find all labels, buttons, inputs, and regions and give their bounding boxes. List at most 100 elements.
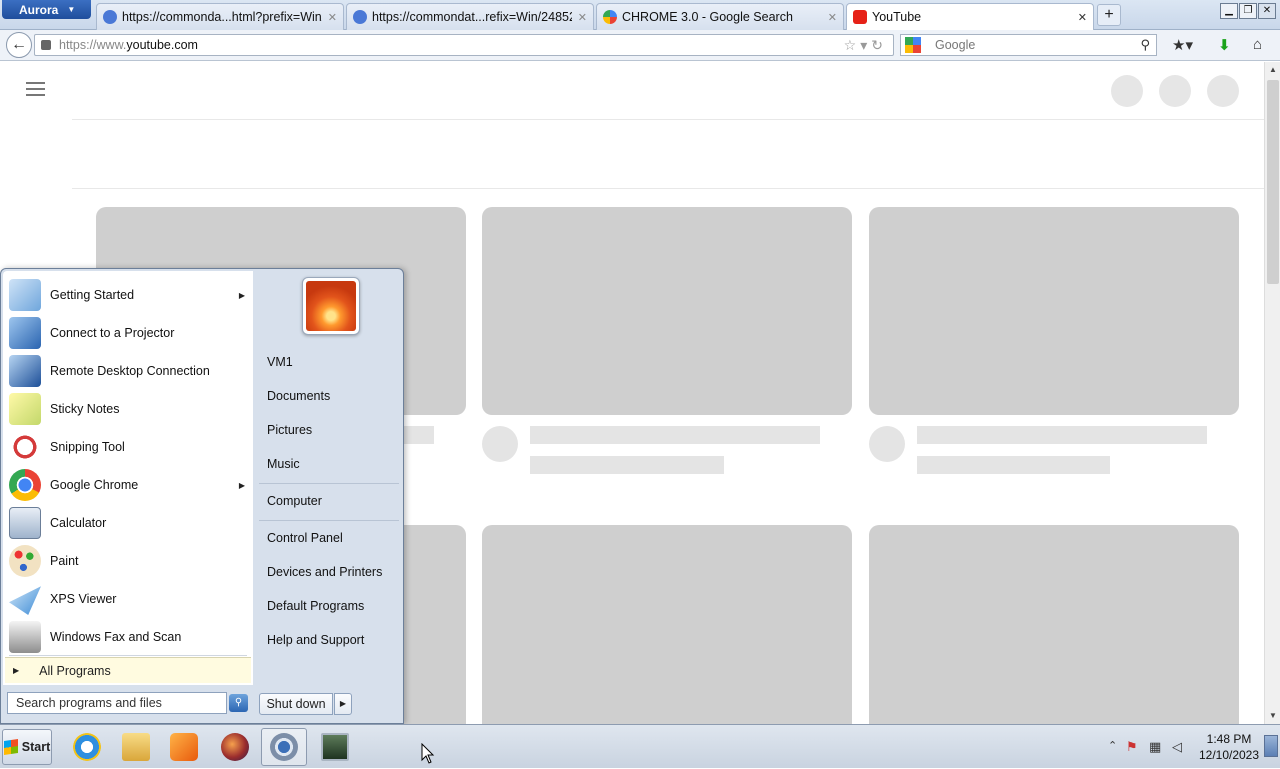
tab-label: CHROME 3.0 - Google Search [622, 10, 793, 24]
program-remote-desktop[interactable]: Remote Desktop Connection [9, 353, 251, 389]
link-music[interactable]: Music [267, 457, 300, 471]
minimize-button[interactable]: ▁ [1220, 3, 1238, 19]
program-snipping-tool[interactable]: Snipping Tool [9, 429, 251, 465]
taskbar-chrome[interactable] [261, 728, 307, 766]
calculator-icon [9, 507, 41, 539]
remote-desktop-icon [9, 355, 41, 387]
link-user-folder[interactable]: VM1 [267, 355, 293, 369]
tab-commondata-2[interactable]: https://commondat...refix=Win/24852/ ✕ [346, 3, 594, 30]
programs-pane: Getting Started ▶ Connect to a Projector… [3, 271, 253, 685]
taskbar-media-player[interactable] [161, 728, 207, 766]
app-menu-button[interactable]: Aurora ▼ [2, 0, 91, 19]
close-icon[interactable]: ✕ [828, 11, 837, 24]
scrollbar-thumb[interactable] [1267, 80, 1279, 284]
close-icon[interactable]: ✕ [328, 11, 337, 24]
close-window-button[interactable]: ✕ [1258, 3, 1276, 19]
scroll-down-icon[interactable]: ▼ [1265, 708, 1280, 724]
all-programs-button[interactable]: ▶ All Programs [5, 657, 251, 683]
program-getting-started[interactable]: Getting Started ▶ [9, 277, 251, 313]
show-hidden-icons-icon[interactable]: ⌃ [1108, 739, 1117, 752]
xps-viewer-icon [9, 586, 41, 615]
globe-icon [353, 10, 367, 24]
clock-time: 1:48 PM [1206, 732, 1252, 746]
link-control-panel[interactable]: Control Panel [267, 531, 343, 545]
vertical-scrollbar[interactable]: ▲ ▼ [1264, 62, 1280, 724]
reload-icon[interactable]: ↻ [871, 37, 887, 53]
link-pictures[interactable]: Pictures [267, 423, 312, 437]
search-icon[interactable]: ⚲ [229, 694, 248, 712]
subtitle-placeholder [530, 456, 724, 474]
program-fax-scan[interactable]: Windows Fax and Scan [9, 619, 251, 655]
url-bar[interactable]: https://www. youtube.com ☆▾↻ [34, 34, 894, 56]
tab-youtube[interactable]: YouTube ✕ [846, 3, 1094, 30]
sticky-notes-icon [9, 393, 41, 425]
action-center-icon[interactable]: ⚑ [1126, 739, 1138, 755]
chrome-icon [270, 733, 298, 761]
shutdown-options-icon[interactable]: ▶ [334, 693, 352, 715]
restore-button[interactable]: ❐ [1239, 3, 1257, 19]
video-thumbnail-placeholder [482, 525, 852, 724]
search-icon[interactable]: ⚲ [1140, 37, 1150, 53]
paint-icon [9, 545, 41, 577]
user-picture[interactable] [302, 277, 360, 335]
start-menu: Getting Started ▶ Connect to a Projector… [0, 268, 404, 724]
title-placeholder [917, 426, 1207, 444]
tab-bar: Aurora ▼ https://commonda...html?prefix=… [0, 0, 1280, 30]
link-devices-printers[interactable]: Devices and Printers [267, 565, 382, 579]
dropdown-icon[interactable]: ▾ [860, 37, 871, 53]
divider [259, 483, 399, 484]
chrome-icon [9, 469, 41, 501]
download-icon[interactable]: ⬇ [1218, 36, 1231, 54]
program-xps-viewer[interactable]: XPS Viewer [9, 581, 251, 617]
taskbar: Start ⌃ ⚑ ▦ ◁ 1:48 PM 12/10/2023 [0, 724, 1280, 768]
back-button[interactable]: ← [6, 32, 32, 58]
bookmark-star-icon[interactable]: ☆ [844, 37, 861, 53]
places-pane: VM1 Documents Pictures Music Computer Co… [255, 269, 403, 725]
program-label: Remote Desktop Connection [50, 364, 210, 378]
link-default-programs[interactable]: Default Programs [267, 599, 364, 613]
submenu-arrow-icon: ▶ [238, 480, 245, 490]
scroll-up-icon[interactable]: ▲ [1265, 62, 1280, 78]
program-label: Calculator [50, 516, 107, 530]
tab-google-search[interactable]: CHROME 3.0 - Google Search ✕ [596, 3, 844, 30]
network-icon[interactable]: ▦ [1149, 739, 1161, 755]
close-icon[interactable]: ✕ [578, 11, 587, 24]
video-thumbnail-placeholder [869, 525, 1239, 724]
url-domain: youtube.com [126, 38, 198, 52]
taskbar-internet-explorer[interactable] [64, 728, 110, 766]
program-label: Paint [50, 554, 79, 568]
clock[interactable]: 1:48 PM 12/10/2023 [1194, 731, 1264, 763]
program-paint[interactable]: Paint [9, 543, 251, 579]
show-desktop-button[interactable] [1264, 735, 1278, 757]
program-sticky-notes[interactable]: Sticky Notes [9, 391, 251, 427]
shutdown-button[interactable]: Shut down [259, 693, 333, 715]
tab-commondata-1[interactable]: https://commonda...html?prefix=Win/ ✕ [96, 3, 344, 30]
bookmarks-menu-icon[interactable]: ★▾ [1172, 36, 1193, 54]
program-google-chrome[interactable]: Google Chrome ▶ [9, 467, 251, 503]
url-prefix: https://www. [59, 38, 127, 52]
start-button[interactable]: Start [2, 729, 52, 765]
video-thumbnail-placeholder [869, 207, 1239, 415]
link-help-support[interactable]: Help and Support [267, 633, 364, 647]
taskbar-firefox-aurora[interactable] [212, 728, 258, 766]
hamburger-menu-icon[interactable] [26, 82, 45, 96]
close-icon[interactable]: ✕ [1078, 11, 1087, 24]
taskbar-file-explorer[interactable] [113, 728, 159, 766]
link-documents[interactable]: Documents [267, 389, 330, 403]
link-computer[interactable]: Computer [267, 494, 322, 508]
search-bar[interactable]: Google ⚲ [900, 34, 1157, 56]
avatar-placeholder [482, 426, 518, 462]
program-calculator[interactable]: Calculator [9, 505, 251, 541]
new-tab-button[interactable]: + [1097, 4, 1121, 26]
home-icon[interactable]: ⌂ [1253, 36, 1262, 53]
google-icon[interactable] [905, 37, 921, 53]
search-programs-input[interactable]: Search programs and files [7, 692, 227, 714]
google-icon [603, 10, 617, 24]
program-label: XPS Viewer [50, 592, 117, 606]
chevron-right-icon: ▶ [13, 666, 20, 675]
taskbar-network-monitor[interactable] [312, 728, 358, 766]
volume-icon[interactable]: ◁ [1172, 739, 1182, 755]
program-label: Snipping Tool [50, 440, 125, 454]
program-connect-projector[interactable]: Connect to a Projector [9, 315, 251, 351]
program-label: Sticky Notes [50, 402, 120, 416]
